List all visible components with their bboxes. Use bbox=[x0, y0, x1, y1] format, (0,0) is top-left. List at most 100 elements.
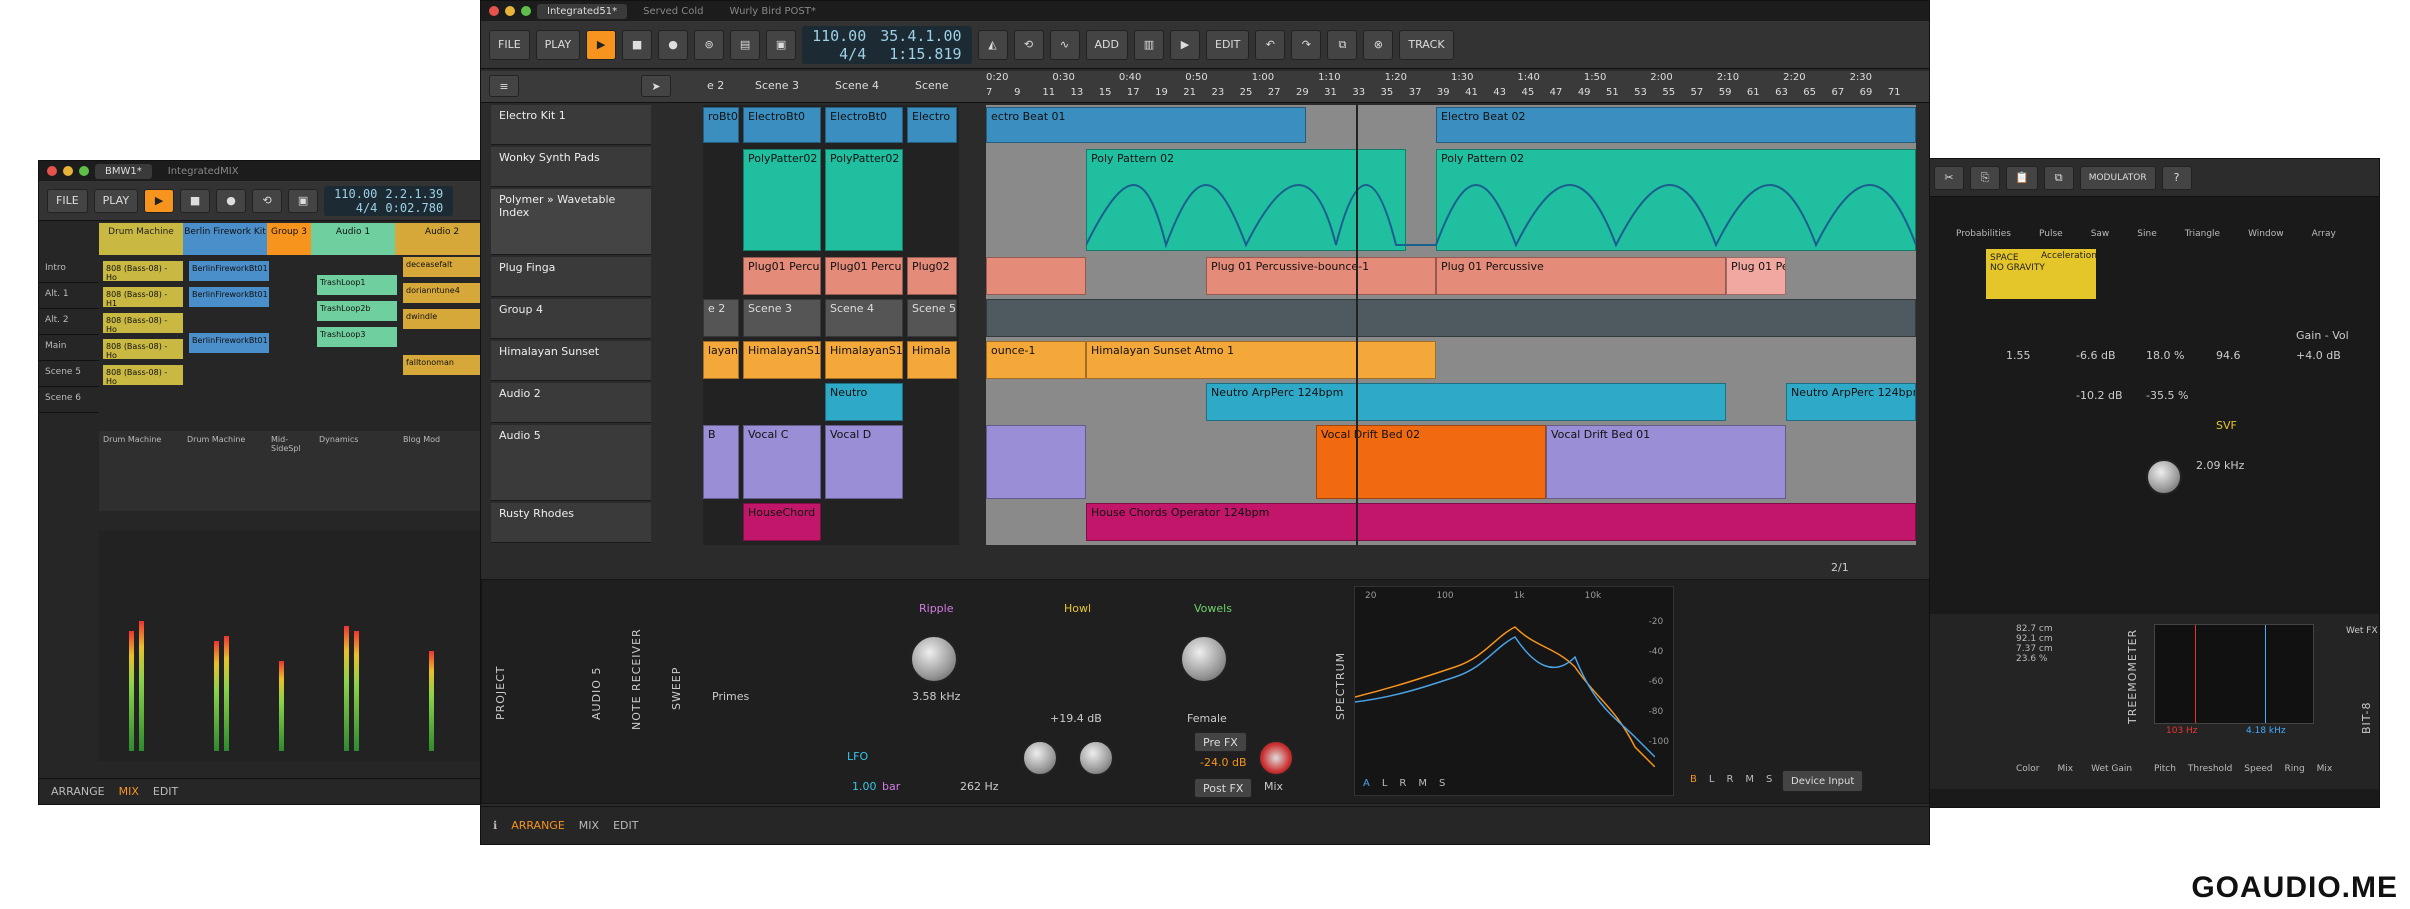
spec-btn[interactable]: L bbox=[1709, 774, 1715, 785]
left-tab-1[interactable]: BMW1* bbox=[95, 163, 152, 179]
arrange-clip[interactable]: Vocal Drift Bed 02 bbox=[1316, 425, 1546, 499]
copy-icon[interactable]: ⧉ bbox=[1327, 29, 1358, 60]
minimize-dot-icon[interactable] bbox=[505, 6, 515, 16]
left-clip[interactable]: 808 (Bass-08) - Ho bbox=[103, 365, 183, 386]
launcher-clip[interactable]: layanS1 bbox=[703, 341, 739, 379]
info-icon[interactable]: ℹ bbox=[493, 819, 497, 832]
track-header[interactable]: Wonky Synth Pads bbox=[491, 147, 651, 187]
arrange-clip[interactable] bbox=[986, 257, 1086, 295]
right-copy-icon[interactable]: ⎘ bbox=[1970, 165, 2000, 190]
track-header[interactable]: Plug Finga bbox=[491, 257, 651, 297]
vowels-knob[interactable] bbox=[1180, 635, 1228, 683]
left-clip[interactable]: TrashLoop3 bbox=[317, 327, 397, 347]
spec-btn[interactable]: R bbox=[1726, 774, 1733, 785]
left-clip[interactable]: BerlinFireworkBt01 bbox=[189, 287, 269, 307]
launcher-clip[interactable]: Himala bbox=[907, 341, 957, 379]
launcher-clip[interactable]: B bbox=[703, 425, 739, 499]
mix-knob[interactable] bbox=[1258, 740, 1294, 776]
edit-button[interactable]: EDIT bbox=[1206, 29, 1250, 60]
arrange-clip[interactable]: Plug 01 Percussive-bounce-1 bbox=[1206, 257, 1436, 295]
pointer-tool-icon[interactable]: ➤ bbox=[641, 75, 671, 97]
groove-icon[interactable]: ∿ bbox=[1049, 29, 1080, 60]
right-modulator-button[interactable]: MODULATOR bbox=[2079, 165, 2156, 190]
arrange-clip[interactable]: Electro Beat 02 bbox=[1436, 107, 1916, 143]
pre-fx-button[interactable]: Pre FX bbox=[1194, 732, 1247, 752]
arrange-clip[interactable]: Neutro ArpPerc 124bpm bbox=[1786, 383, 1916, 421]
arrange-clip[interactable]: Vocal Drift Bed 01 bbox=[1546, 425, 1786, 499]
left-device[interactable]: Drum Machine bbox=[103, 435, 183, 507]
right-duplicate-icon[interactable]: ⧉ bbox=[2043, 165, 2074, 190]
launcher-clip[interactable]: Scene 3 bbox=[743, 299, 821, 337]
file-button[interactable]: FILE bbox=[489, 29, 530, 60]
undo-icon[interactable]: ↶ bbox=[1255, 29, 1286, 60]
left-file-button[interactable]: FILE bbox=[47, 188, 88, 213]
spec-btn[interactable]: B bbox=[1690, 774, 1697, 785]
left-device[interactable]: Drum Machine bbox=[187, 435, 267, 507]
delete-icon[interactable]: ⊗ bbox=[1363, 29, 1394, 60]
track-header[interactable]: Audio 5 bbox=[491, 425, 651, 501]
primes-select[interactable]: Primes bbox=[712, 690, 749, 703]
main-tab-3[interactable]: Wurly Bird POST* bbox=[720, 4, 826, 19]
track-button[interactable]: TRACK bbox=[1399, 29, 1454, 60]
left-scene[interactable]: Scene 6 bbox=[39, 387, 99, 413]
left-scene[interactable]: Intro bbox=[39, 257, 99, 283]
launcher-clip[interactable]: Plug01 Percu bbox=[825, 257, 903, 295]
automation-icon[interactable]: ▤ bbox=[730, 29, 761, 60]
automation-curve[interactable] bbox=[1086, 165, 1916, 255]
svf-knob[interactable] bbox=[2146, 459, 2182, 495]
spec-btn[interactable]: S bbox=[1766, 774, 1772, 785]
zoom-dot-icon[interactable] bbox=[521, 6, 531, 16]
left-status-mix[interactable]: MIX bbox=[119, 785, 139, 798]
left-punch-icon[interactable]: ▣ bbox=[288, 188, 319, 213]
left-clip[interactable]: TrashLoop2b bbox=[317, 301, 397, 321]
left-col-audio2[interactable]: Audio 2 bbox=[395, 223, 487, 255]
status-mix[interactable]: MIX bbox=[579, 819, 599, 832]
left-clip[interactable]: 808 (Bass-08) - H1 bbox=[103, 287, 183, 308]
launcher-clip[interactable]: PolyPatter02 bbox=[743, 149, 821, 251]
arrange-clip[interactable]: ectro Beat 01 bbox=[986, 107, 1306, 143]
left-status-edit[interactable]: EDIT bbox=[153, 785, 178, 798]
right-paste-icon[interactable]: 📋 bbox=[2006, 165, 2038, 190]
spec-btn[interactable]: A bbox=[1363, 778, 1370, 789]
loop-icon[interactable]: ⟲ bbox=[1013, 29, 1044, 60]
timeline-ruler[interactable]: 0:20 0:30 0:40 0:50 1:00 1:10 1:20 1:30 1:40 1:50… bbox=[986, 71, 1916, 103]
arrange-clip[interactable]: Himalayan Sunset Atmo 1 bbox=[1086, 341, 1436, 379]
transport-display[interactable]: 110.00 4/4 35.4.1.00 1:15.819 bbox=[802, 25, 972, 64]
right-help-icon[interactable]: ? bbox=[2161, 165, 2192, 190]
device-input-select[interactable]: Device Input bbox=[1782, 770, 1864, 792]
launcher-clip[interactable]: Plug01 Percu bbox=[743, 257, 821, 295]
launcher-clip[interactable]: Neutro bbox=[825, 383, 903, 421]
left-play-icon[interactable]: ▶ bbox=[144, 188, 175, 213]
scene-header[interactable]: e 2 bbox=[707, 79, 755, 92]
left-clip[interactable]: TrashLoop1 bbox=[317, 275, 397, 295]
left-loop-icon[interactable]: ⟲ bbox=[252, 188, 283, 213]
launcher-clip[interactable]: ElectroBt0 bbox=[825, 107, 903, 143]
launcher-clip[interactable]: roBt0 bbox=[703, 107, 739, 143]
left-play-label[interactable]: PLAY bbox=[93, 188, 139, 213]
spec-btn[interactable]: L bbox=[1382, 778, 1388, 789]
left-scene[interactable]: Main bbox=[39, 335, 99, 361]
left-clip[interactable]: dwindle bbox=[403, 309, 487, 329]
ripple-knob[interactable] bbox=[910, 635, 958, 683]
arrange-clip[interactable]: Plug 01 Percussive bbox=[1436, 257, 1726, 295]
left-scene[interactable]: Scene 5 bbox=[39, 361, 99, 387]
left-clip[interactable]: falltonoman bbox=[403, 355, 487, 375]
left-status-arrange[interactable]: ARRANGE bbox=[51, 785, 105, 798]
launcher-clip[interactable]: HouseChord bbox=[743, 503, 821, 541]
arrange-clip[interactable]: ounce-1 bbox=[986, 341, 1086, 379]
main-tab-2[interactable]: Served Cold bbox=[633, 4, 713, 19]
status-edit[interactable]: EDIT bbox=[613, 819, 638, 832]
launcher-clip[interactable]: Scene 5 bbox=[907, 299, 957, 337]
track-header[interactable]: Polymer » Wavetable Index bbox=[491, 189, 651, 255]
post-fx-button[interactable]: Post FX bbox=[1194, 778, 1253, 798]
left-col-berlin[interactable]: Berlin Firework Kit bbox=[183, 223, 267, 255]
left-device[interactable]: Mid-SideSpl bbox=[271, 435, 315, 507]
punch-icon[interactable]: ▣ bbox=[766, 29, 797, 60]
left-col-audio1[interactable]: Audio 1 bbox=[311, 223, 395, 255]
left-record-icon[interactable]: ● bbox=[216, 188, 247, 213]
left-scene[interactable]: Alt. 2 bbox=[39, 309, 99, 335]
time-signature[interactable]: 4/4 bbox=[812, 45, 866, 63]
scene-header[interactable]: Scene bbox=[915, 79, 955, 92]
left-transport-display[interactable]: 110.00 4/4 2.2.1.39 0:02.780 bbox=[324, 185, 454, 216]
track-header[interactable]: Rusty Rhodes bbox=[491, 503, 651, 543]
